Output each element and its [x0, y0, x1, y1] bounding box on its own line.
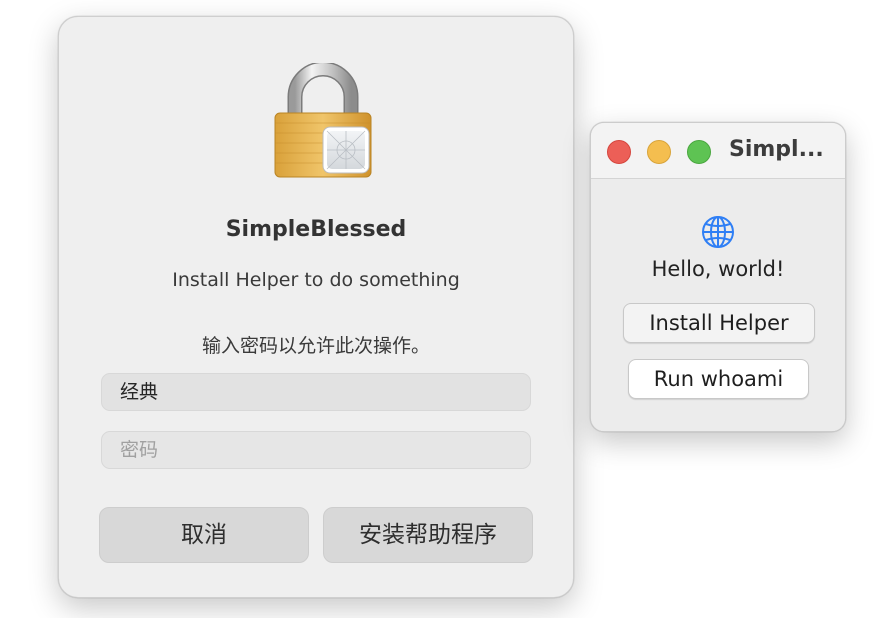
app-message: Install Helper to do something [172, 269, 460, 291]
globe-icon [702, 216, 734, 248]
lock-icon [274, 63, 372, 178]
window-title: Simpl... [729, 137, 824, 162]
app-window: Simpl... Hello, world! Install Helper Ru… [590, 122, 846, 432]
zoom-window-button[interactable] [687, 140, 711, 164]
hello-text: Hello, world! [651, 257, 785, 281]
install-helper-confirm-button[interactable]: 安装帮助程序 [323, 507, 533, 563]
run-whoami-button[interactable]: Run whoami [628, 359, 809, 399]
authorization-dialog: SimpleBlessed Install Helper to do somet… [58, 16, 574, 598]
app-name: SimpleBlessed [225, 217, 407, 242]
password-prompt: 输入密码以允许此次操作。 [201, 335, 430, 357]
password-field[interactable] [101, 431, 531, 469]
minimize-window-button[interactable] [647, 140, 671, 164]
install-helper-button[interactable]: Install Helper [623, 303, 815, 343]
close-window-button[interactable] [607, 140, 631, 164]
cancel-button[interactable]: 取消 [99, 507, 309, 563]
window-content: Hello, world! Install Helper Run whoami [591, 179, 845, 431]
username-field[interactable]: 经典 [101, 373, 531, 411]
window-titlebar[interactable]: Simpl... [591, 123, 845, 179]
